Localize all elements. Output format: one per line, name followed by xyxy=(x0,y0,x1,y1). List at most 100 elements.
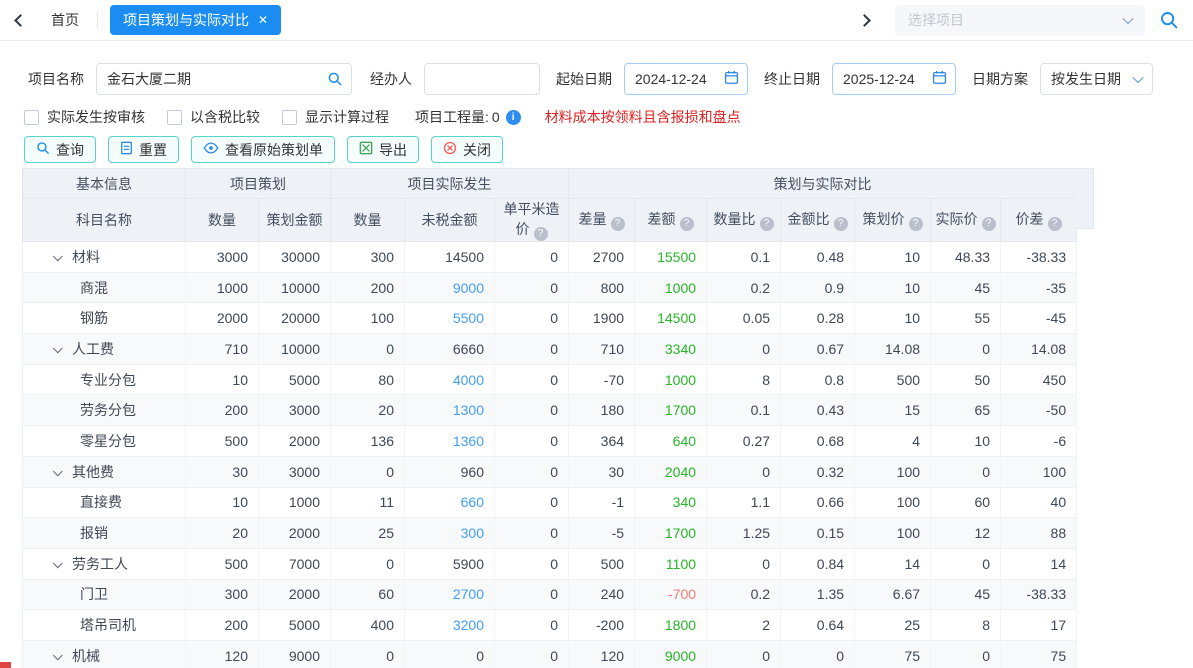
table-row: 劳务工人5007000059000500110000.8414014 xyxy=(23,548,1077,579)
checkbox-icon[interactable] xyxy=(167,110,182,125)
start-date-input[interactable]: 2024-12-24 xyxy=(624,63,748,95)
subject-name-label: 直接费 xyxy=(80,494,122,510)
amount-link-cell[interactable]: 1300 xyxy=(405,395,495,426)
subject-name-label: 机械 xyxy=(72,648,100,664)
checkbox-show-calculation[interactable]: 显示计算过程 xyxy=(282,107,389,127)
value-cell: 7000 xyxy=(259,548,331,579)
tab-home[interactable]: 首页 xyxy=(51,10,79,30)
subject-name-cell: 其他费 xyxy=(23,456,186,487)
table-row: 报销202000253000-517001.250.151001288 xyxy=(23,518,1077,549)
project-name-input[interactable] xyxy=(96,63,352,95)
value-cell: 710 xyxy=(186,334,259,365)
date-scheme-select[interactable]: 按发生日期 xyxy=(1040,63,1153,95)
value-cell: 45 xyxy=(931,272,1001,303)
value-cell: 1900 xyxy=(569,303,635,334)
value-cell: 0 xyxy=(707,334,781,365)
value-cell: 1700 xyxy=(635,395,707,426)
value-cell: 200 xyxy=(331,272,405,303)
value-cell: 6.67 xyxy=(855,579,931,610)
end-date-value: 2025-12-24 xyxy=(843,71,915,87)
value-cell: 14 xyxy=(855,548,931,579)
value-cell: -38.33 xyxy=(1001,242,1077,273)
value-cell: 9000 xyxy=(259,640,331,668)
amount-link-cell[interactable]: 660 xyxy=(405,487,495,518)
checkbox-actual-by-audit[interactable]: 实际发生按审核 xyxy=(24,107,145,127)
help-icon[interactable]: ? xyxy=(982,217,996,231)
value-cell: 10 xyxy=(855,303,931,334)
reset-button-label: 重置 xyxy=(139,140,167,160)
agent-input[interactable] xyxy=(424,63,540,95)
value-cell: 640 xyxy=(635,426,707,457)
value-cell: 0.68 xyxy=(781,426,855,457)
column-header-label: 差量 xyxy=(579,211,607,227)
column-header-label: 金额比 xyxy=(788,211,830,227)
value-cell: 10 xyxy=(186,364,259,395)
project-select[interactable]: 选择项目 xyxy=(895,5,1145,36)
value-cell: 0 xyxy=(331,640,405,668)
collapse-chevron-icon[interactable] xyxy=(53,343,63,353)
value-cell: 100 xyxy=(855,518,931,549)
info-icon[interactable]: i xyxy=(506,110,521,125)
amount-link-cell[interactable]: 5500 xyxy=(405,303,495,334)
value-cell: 11 xyxy=(331,487,405,518)
collapse-chevron-icon[interactable] xyxy=(53,251,63,261)
checkbox-label: 显示计算过程 xyxy=(305,107,389,127)
help-icon[interactable]: ? xyxy=(534,227,548,241)
view-original-plan-button[interactable]: 查看原始策划单 xyxy=(191,136,335,163)
table-row: 劳务分包2003000201300018017000.10.431565-50 xyxy=(23,395,1077,426)
value-cell: 0 xyxy=(495,272,569,303)
value-cell: 2 xyxy=(707,610,781,641)
column-header-label: 差额 xyxy=(648,211,676,227)
help-icon[interactable]: ? xyxy=(909,217,923,231)
options-row: 实际发生按审核 以含税比较 显示计算过程 项目工程量: 0 i 材料成本按领料且… xyxy=(24,107,741,127)
amount-link-cell[interactable]: 9000 xyxy=(405,272,495,303)
table-row: 人工费71010000066600710334000.6714.08014.08 xyxy=(23,334,1077,365)
value-cell: 3340 xyxy=(635,334,707,365)
value-cell: 300 xyxy=(186,579,259,610)
collapse-chevron-icon[interactable] xyxy=(53,558,63,568)
amount-link-cell[interactable]: 1360 xyxy=(405,426,495,457)
tab-close-icon[interactable]: ✕ xyxy=(258,14,268,26)
table-row: 零星分包5002000136136003646400.270.68410-6 xyxy=(23,426,1077,457)
value-cell: 1100 xyxy=(635,548,707,579)
reset-button[interactable]: 重置 xyxy=(108,136,179,163)
help-icon[interactable]: ? xyxy=(760,217,774,231)
column-header-label: 价差 xyxy=(1016,211,1044,227)
column-header: 数量 xyxy=(186,199,259,242)
search-icon xyxy=(36,141,50,158)
amount-link-cell[interactable]: 2700 xyxy=(405,579,495,610)
close-button[interactable]: 关闭 xyxy=(431,136,503,163)
help-icon[interactable]: ? xyxy=(680,217,694,231)
help-icon[interactable]: ? xyxy=(834,217,848,231)
amount-link-cell[interactable]: 3200 xyxy=(405,610,495,641)
collapse-chevron-icon[interactable] xyxy=(53,650,63,660)
amount-link-cell[interactable]: 4000 xyxy=(405,364,495,395)
tab-active[interactable]: 项目策划与实际对比 ✕ xyxy=(110,5,281,35)
query-button[interactable]: 查询 xyxy=(24,136,96,163)
value-cell: 0 xyxy=(495,395,569,426)
scroll-tabs-left-icon[interactable] xyxy=(14,14,27,27)
global-search-icon[interactable] xyxy=(1159,10,1179,30)
export-button[interactable]: 导出 xyxy=(347,136,419,163)
value-cell: 0 xyxy=(331,334,405,365)
value-cell: 50 xyxy=(931,364,1001,395)
value-cell: 30 xyxy=(569,456,635,487)
project-search-icon[interactable] xyxy=(327,71,343,90)
help-icon[interactable]: ? xyxy=(611,217,625,231)
value-cell: 0 xyxy=(495,640,569,668)
column-header-label: 策划金额 xyxy=(267,212,323,228)
value-cell: 364 xyxy=(569,426,635,457)
help-icon[interactable]: ? xyxy=(1048,217,1062,231)
checkbox-icon[interactable] xyxy=(24,110,39,125)
value-cell: 45 xyxy=(931,579,1001,610)
collapse-chevron-icon[interactable] xyxy=(53,466,63,476)
subject-name-cell: 劳务工人 xyxy=(23,548,186,579)
scroll-tabs-right-icon[interactable] xyxy=(858,14,871,27)
checkbox-icon[interactable] xyxy=(282,110,297,125)
column-header: 科目名称 xyxy=(23,199,186,242)
amount-link-cell[interactable]: 300 xyxy=(405,518,495,549)
value-cell: 0.8 xyxy=(781,364,855,395)
end-date-input[interactable]: 2025-12-24 xyxy=(832,63,956,95)
checkbox-compare-with-tax[interactable]: 以含税比较 xyxy=(167,107,260,127)
value-cell: 30000 xyxy=(259,242,331,273)
